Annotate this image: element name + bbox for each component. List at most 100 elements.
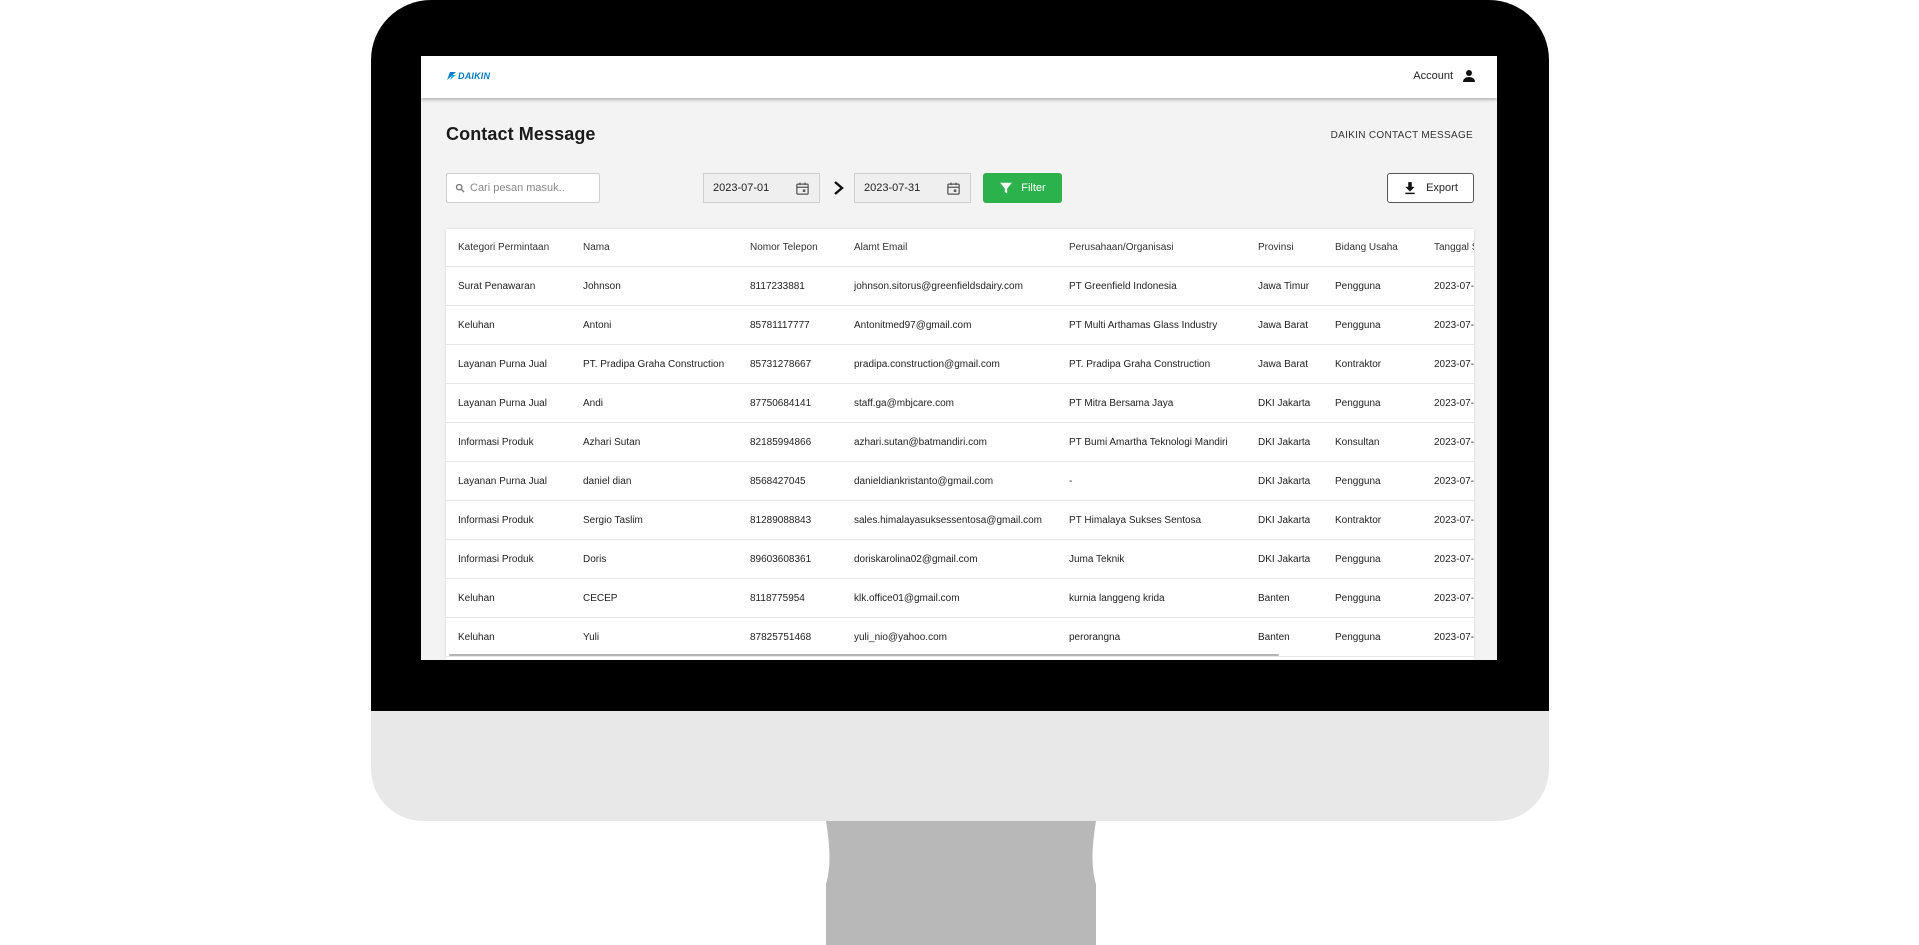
horizontal-scrollbar[interactable]: [449, 654, 1279, 656]
table-cell: Doris: [571, 539, 738, 579]
table-cell: Jawa Timur: [1246, 266, 1323, 306]
search-field[interactable]: [446, 173, 600, 203]
table-cell: PT Greenfield Indonesia: [1057, 266, 1246, 306]
table-cell: 8568427045: [738, 461, 842, 501]
table-cell: yuli_nio@yahoo.com: [842, 617, 1057, 657]
table-cell: Pengguna: [1323, 266, 1422, 306]
search-input[interactable]: [470, 182, 580, 194]
table-cell: 2023-07-1: [1422, 617, 1474, 657]
person-icon: [1463, 70, 1475, 82]
column-header[interactable]: Nama: [571, 229, 738, 267]
table-row[interactable]: Keluhan Yuli 87825751468 yuli_nio@yahoo.com…: [446, 617, 1474, 657]
table-cell: 2023-07-1: [1422, 461, 1474, 501]
table-cell: Informasi Produk: [446, 422, 571, 462]
table-cell: 2023-07-1: [1422, 344, 1474, 384]
table-cell: Johnson: [571, 266, 738, 306]
table-cell: Jawa Barat: [1246, 344, 1323, 384]
table-cell: Kontraktor: [1323, 500, 1422, 540]
export-button-label: Export: [1426, 182, 1458, 194]
table-cell: 2023-07-1: [1422, 500, 1474, 540]
table-row[interactable]: Informasi Produk Doris 89603608361 doriskar…: [446, 539, 1474, 579]
table-cell: Keluhan: [446, 617, 571, 657]
date-end-value: 2023-07-31: [864, 182, 921, 194]
table-cell: Yuli: [571, 617, 738, 657]
table-row[interactable]: Layanan Purna Jual daniel dian 8568427045 d…: [446, 461, 1474, 501]
calendar-icon[interactable]: [946, 181, 961, 196]
calendar-icon[interactable]: [795, 181, 810, 196]
table-cell: DKI Jakarta: [1246, 461, 1323, 501]
table-cell: 81289088843: [738, 500, 842, 540]
account-label: Account: [1413, 70, 1453, 82]
table-cell: 2023-07-1: [1422, 266, 1474, 306]
table-cell: DKI Jakarta: [1246, 500, 1323, 540]
table-row[interactable]: Keluhan CECEP 8118775954 klk.office01@gmail…: [446, 578, 1474, 618]
table-cell: staff.ga@mbjcare.com: [842, 383, 1057, 423]
table-cell: 85781117777: [738, 305, 842, 345]
column-header[interactable]: Kategori Permintaan: [446, 229, 571, 267]
table-cell: Sergio Taslim: [571, 500, 738, 540]
table-cell: Layanan Purna Jual: [446, 383, 571, 423]
column-header[interactable]: Bidang Usaha: [1323, 229, 1422, 267]
table-cell: 87825751468: [738, 617, 842, 657]
column-header[interactable]: Tanggal Su: [1422, 229, 1474, 267]
table-cell: Pengguna: [1323, 578, 1422, 618]
table-cell: Antoni: [571, 305, 738, 345]
download-icon: [1405, 182, 1415, 195]
table-cell: 2023-07-1: [1422, 578, 1474, 618]
column-header[interactable]: Perusahaan/Organisasi: [1057, 229, 1246, 267]
table-cell: sales.himalayasuksessentosa@gmail.com: [842, 500, 1057, 540]
contact-message-table[interactable]: Kategori Permintaan Nama Nomor Telepon A…: [446, 229, 1474, 660]
table-cell: Pengguna: [1323, 461, 1422, 501]
table-cell: Pengguna: [1323, 305, 1422, 345]
table-row[interactable]: Informasi Produk Azhari Sutan 82185994866 a…: [446, 422, 1474, 462]
chevron-right-icon: [834, 181, 844, 195]
table-cell: pradipa.construction@gmail.com: [842, 344, 1057, 384]
table-cell: 8117233881: [738, 266, 842, 306]
table-row[interactable]: Surat Penawaran Johnson 8117233881 johnson.…: [446, 266, 1474, 306]
table-cell: Azhari Sutan: [571, 422, 738, 462]
table-cell: -: [1057, 461, 1246, 501]
table-row[interactable]: Informasi Produk Sergio Taslim 81289088843…: [446, 500, 1474, 540]
app-bar: DAIKIN Account: [421, 56, 1497, 98]
table-cell: PT Mitra Bersama Jaya: [1057, 383, 1246, 423]
table-cell: PT. Pradipa Graha Construction: [1057, 344, 1246, 384]
column-header[interactable]: Provinsi: [1246, 229, 1323, 267]
table-cell: 82185994866: [738, 422, 842, 462]
filter-button-label: Filter: [1021, 182, 1046, 194]
app-screen: DAIKIN Account Contact Message DAIKIN CO…: [421, 56, 1497, 660]
table-cell: Informasi Produk: [446, 539, 571, 579]
export-button[interactable]: Export: [1387, 173, 1474, 203]
table-cell: Kontraktor: [1323, 344, 1422, 384]
table-cell: PT Multi Arthamas Glass Industry: [1057, 305, 1246, 345]
date-end-field[interactable]: 2023-07-31: [854, 173, 971, 203]
table-cell: DKI Jakarta: [1246, 422, 1323, 462]
table-cell: Layanan Purna Jual: [446, 344, 571, 384]
table-row[interactable]: Layanan Purna Jual PT. Pradipa Graha Cons…: [446, 344, 1474, 384]
date-start-value: 2023-07-01: [713, 182, 770, 194]
table-cell: PT Himalaya Sukses Sentosa: [1057, 500, 1246, 540]
table-cell: doriskarolina02@gmail.com: [842, 539, 1057, 579]
column-header[interactable]: Alamt Email: [842, 229, 1057, 267]
search-icon: [455, 183, 465, 193]
filter-button[interactable]: Filter: [983, 173, 1062, 203]
table-cell: DKI Jakarta: [1246, 383, 1323, 423]
table-cell: Banten: [1246, 578, 1323, 618]
table-row[interactable]: Layanan Purna Jual Andi 87750684141 staff.g…: [446, 383, 1474, 423]
daikin-logo-icon: [447, 72, 456, 80]
table-cell: azhari.sutan@batmandiri.com: [842, 422, 1057, 462]
column-header[interactable]: Nomor Telepon: [738, 229, 842, 267]
table-cell: Juma Teknik: [1057, 539, 1246, 579]
table-cell: PT Bumi Amartha Teknologi Mandiri: [1057, 422, 1246, 462]
table-cell: 85731278667: [738, 344, 842, 384]
monitor-stand: [826, 821, 1096, 945]
table-cell: Andi: [571, 383, 738, 423]
filter-icon: [1000, 182, 1013, 194]
account-menu[interactable]: Account: [1413, 68, 1477, 84]
table-row[interactable]: Keluhan Antoni 85781117777 Antonitmed97@gma…: [446, 305, 1474, 345]
table-cell: 87750684141: [738, 383, 842, 423]
table-cell: perorangna: [1057, 617, 1246, 657]
daikin-logo[interactable]: DAIKIN: [447, 70, 490, 82]
date-start-field[interactable]: 2023-07-01: [703, 173, 820, 203]
table-cell: kurnia langgeng krida: [1057, 578, 1246, 618]
table-cell: Konsultan: [1323, 422, 1422, 462]
